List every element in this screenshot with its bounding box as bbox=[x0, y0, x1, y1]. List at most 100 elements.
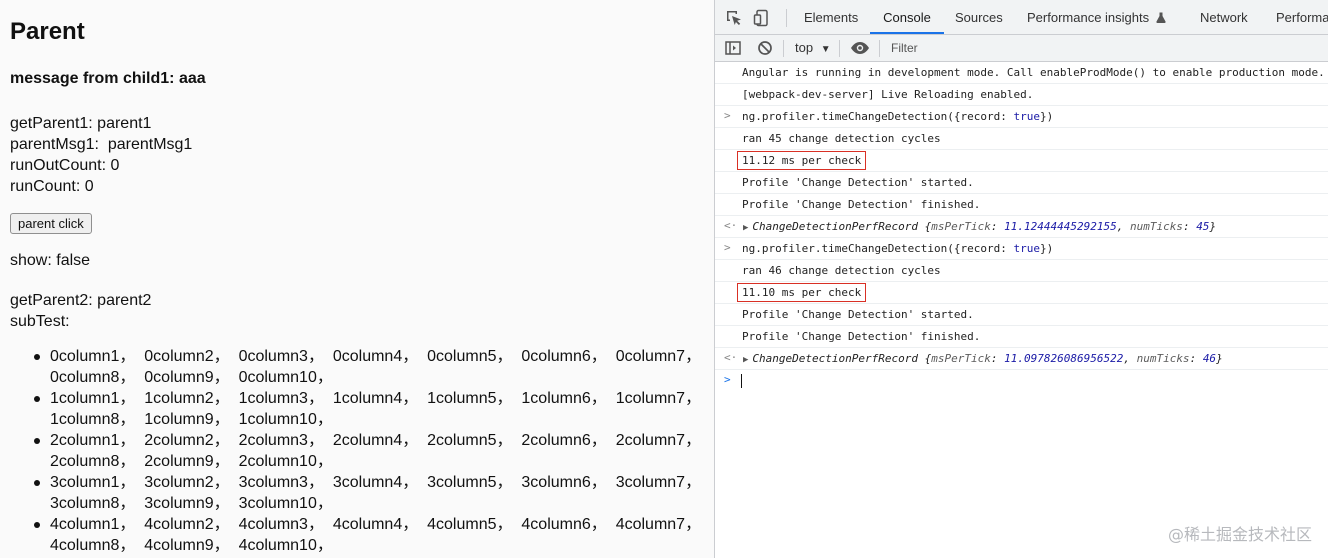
highlighted-per-check: 11.10 ms per check bbox=[736, 283, 867, 302]
filter-input[interactable] bbox=[887, 38, 1328, 58]
column-cell: 0column6， bbox=[521, 348, 607, 365]
column-cell: 0column4， bbox=[332, 348, 419, 365]
run-out-count-line: runOutCount: 0 bbox=[10, 157, 120, 174]
column-cell: 0column8， bbox=[50, 369, 136, 386]
log-text: Profile 'Change Detection' finished. bbox=[742, 330, 981, 343]
live-expression-eye-icon[interactable] bbox=[850, 39, 869, 57]
sidebar-toggle-icon[interactable] bbox=[724, 39, 742, 57]
column-cell: 4column1， bbox=[50, 516, 136, 533]
object-key: msPerTick bbox=[931, 220, 991, 233]
command-suffix: }) bbox=[1040, 242, 1054, 255]
column-cell: 1column6， bbox=[521, 390, 607, 407]
console-prompt[interactable]: > bbox=[715, 370, 1328, 392]
log-row-per-check: 11.12 ms per check bbox=[715, 150, 1328, 172]
experiment-flask-icon bbox=[1156, 1, 1166, 37]
log-text: ran 46 change detection cycles bbox=[742, 264, 941, 277]
command-keyword: true bbox=[1013, 110, 1041, 123]
column-cell: 0column5， bbox=[427, 348, 513, 365]
get-parent1-line: getParent1: parent1 bbox=[10, 115, 152, 132]
column-cell: 3column1， bbox=[50, 474, 136, 491]
object-value: 46 bbox=[1202, 352, 1217, 365]
parent-info: getParent1: parent1 parentMsg1: parentMs… bbox=[10, 113, 192, 197]
tab-sources[interactable]: Sources bbox=[955, 0, 1003, 34]
run-count-line: runCount: 0 bbox=[10, 178, 94, 195]
result-row[interactable]: <· ▶ ChangeDetectionPerfRecord {msPerTick… bbox=[715, 348, 1328, 370]
log-text: Profile 'Change Detection' started. bbox=[742, 176, 974, 189]
watermark: @稀土掘金技术社区 bbox=[1167, 525, 1312, 544]
command-row: > ng.profiler.timeChangeDetection({recor… bbox=[715, 238, 1328, 260]
perf-record-object[interactable]: ▶ ChangeDetectionPerfRecord {msPerTick: 1… bbox=[743, 352, 1223, 365]
perf-record-object[interactable]: ▶ ChangeDetectionPerfRecord {msPerTick: 1… bbox=[743, 220, 1216, 233]
column-cell: 4column8， bbox=[50, 537, 136, 554]
column-cell: 3column6， bbox=[521, 474, 607, 491]
column-cell: 0column7， bbox=[615, 348, 702, 365]
column-cell: 3column4， bbox=[332, 474, 419, 491]
object-key: msPerTick bbox=[931, 352, 991, 365]
column-cell: 2column6， bbox=[521, 432, 607, 449]
log-row-per-check: 11.10 ms per check bbox=[715, 282, 1328, 304]
object-type: ChangeDetectionPerfRecord bbox=[752, 220, 918, 233]
log-text: Profile 'Change Detection' started. bbox=[742, 308, 974, 321]
tab-console[interactable]: Console bbox=[870, 0, 944, 34]
command-suffix: }) bbox=[1040, 110, 1054, 123]
log-row-angular: Angular is running in development mode. … bbox=[715, 62, 1328, 84]
object-value: 11.097826086956522 bbox=[1004, 352, 1124, 365]
parent-click-button[interactable]: parent click bbox=[10, 213, 92, 234]
tab-elements[interactable]: Elements bbox=[804, 0, 858, 34]
command-row: > ng.profiler.timeChangeDetection({recor… bbox=[715, 106, 1328, 128]
column-cell: 0column3， bbox=[238, 348, 324, 365]
devtools-tabbar: Elements Console Sources Performance ins… bbox=[715, 0, 1328, 35]
log-row-started: Profile 'Change Detection' started. bbox=[715, 172, 1328, 194]
object-value: 11.12444445292155 bbox=[1004, 220, 1117, 233]
column-cell: 1column1， bbox=[50, 390, 136, 407]
result-arrow-icon: <· bbox=[724, 219, 738, 232]
filterbar-divider bbox=[839, 40, 840, 57]
column-cell: 2column9， bbox=[144, 453, 230, 470]
clear-console-icon[interactable] bbox=[756, 39, 774, 57]
log-row-webpack: [webpack-dev-server] Live Reloading enab… bbox=[715, 84, 1328, 106]
toolbar-divider bbox=[786, 9, 787, 27]
command-text: ng.profiler.timeChangeDetection({record:… bbox=[742, 110, 1053, 123]
context-selector[interactable]: top ▼ bbox=[795, 40, 831, 55]
command-text: ng.profiler.timeChangeDetection({record:… bbox=[742, 242, 1053, 255]
filterbar-divider bbox=[879, 40, 880, 57]
highlighted-per-check: 11.12 ms per check bbox=[736, 151, 867, 170]
tab-performance[interactable]: Performa bbox=[1276, 0, 1328, 34]
column-cell: 1column10， bbox=[238, 411, 333, 428]
log-text: 11.12 ms per check bbox=[736, 151, 867, 170]
log-row-cycles: ran 45 change detection cycles bbox=[715, 128, 1328, 150]
column-cell: 1column8， bbox=[50, 411, 136, 428]
log-text: 11.10 ms per check bbox=[736, 283, 867, 302]
column-cell: 3column3， bbox=[238, 474, 324, 491]
context-selector-label: top bbox=[795, 40, 814, 55]
column-cell: 2column2， bbox=[144, 432, 230, 449]
list-item: 4column1， 4column2， 4column3， 4column4， … bbox=[34, 514, 714, 556]
column-cell: 1column3， bbox=[238, 390, 324, 407]
result-row[interactable]: <· ▶ ChangeDetectionPerfRecord {msPerTick… bbox=[715, 216, 1328, 238]
parent-msg1-line: parentMsg1: parentMsg1 bbox=[10, 136, 193, 153]
expand-triangle-icon[interactable]: ▶ bbox=[743, 223, 748, 233]
column-cell: 1column9， bbox=[144, 411, 230, 428]
object-type: ChangeDetectionPerfRecord bbox=[752, 352, 918, 365]
prompt-chevron-icon: > bbox=[724, 373, 731, 386]
list-item: 1column1， 1column2， 1column3， 1column4， … bbox=[34, 388, 714, 430]
tab-network[interactable]: Network bbox=[1200, 0, 1248, 34]
child-message: message from child1: aaa bbox=[10, 70, 206, 87]
get-parent2-line: getParent2: parent2 bbox=[10, 292, 152, 309]
device-toolbar-icon[interactable] bbox=[753, 9, 771, 27]
filterbar-divider bbox=[783, 40, 784, 57]
show-status: show: false bbox=[10, 252, 91, 269]
tab-performance-insights-label: Performance insights bbox=[1027, 10, 1150, 25]
tab-performance-insights[interactable]: Performance insights bbox=[1027, 0, 1166, 34]
subtest-list: 0column1， 0column2， 0column3， 0column4， … bbox=[10, 346, 714, 556]
column-cell: 0column2， bbox=[144, 348, 230, 365]
column-cell: 2column10， bbox=[238, 453, 333, 470]
inspect-element-icon[interactable] bbox=[725, 9, 743, 27]
command-keyword: true bbox=[1013, 242, 1041, 255]
expand-triangle-icon[interactable]: ▶ bbox=[743, 355, 748, 365]
column-cell: 0column1， bbox=[50, 348, 136, 365]
column-cell: 0column10， bbox=[238, 369, 333, 386]
log-row-finished: Profile 'Change Detection' finished. bbox=[715, 194, 1328, 216]
parent2-info: getParent2: parent2 subTest: bbox=[10, 290, 151, 332]
column-cell: 3column7， bbox=[615, 474, 702, 491]
